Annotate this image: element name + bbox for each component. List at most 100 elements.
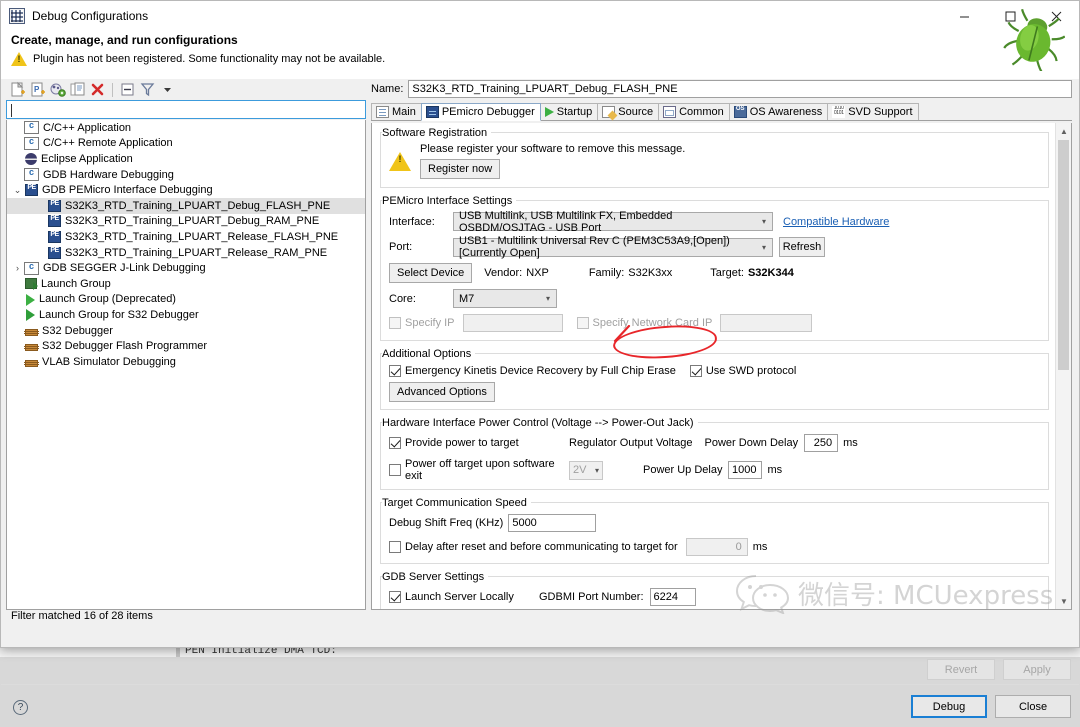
configuration-editor: Name: Main PEmicro Debugger Startup Source C…: [371, 79, 1072, 610]
tab-pemicro-debugger[interactable]: PEmicro Debugger: [420, 103, 541, 121]
tree-item-label: S32K3_RTD_Training_LPUART_Debug_FLASH_PN…: [65, 199, 331, 212]
chevron-down-icon: ▾: [761, 242, 766, 252]
filter-input[interactable]: [6, 100, 366, 119]
specify-ip-input[interactable]: [462, 314, 563, 332]
tab-source[interactable]: Source: [597, 103, 660, 120]
help-icon[interactable]: ?: [13, 700, 28, 715]
tree-item-label: Launch Group (Deprecated): [39, 293, 176, 306]
duplicate-icon[interactable]: [69, 81, 86, 98]
specify-network-card-input[interactable]: [720, 314, 813, 332]
launch-server-locally-checkbox-row[interactable]: Launch Server Locally: [389, 591, 539, 603]
header-message: Plugin has not been registered. Some fun…: [33, 53, 386, 65]
emergency-recovery-checkbox-row[interactable]: Emergency Kinetis Device Recovery by Ful…: [389, 365, 676, 377]
power-off-exit-checkbox-row[interactable]: Power off target upon software exit: [389, 458, 569, 482]
interface-combo[interactable]: USB Multilink, USB Multilink FX, Embedde…: [453, 210, 773, 234]
port-label: Port:: [389, 241, 413, 253]
specify-ip-checkbox[interactable]: [389, 317, 401, 329]
tree-item[interactable]: VLAB Simulator Debugging: [7, 354, 365, 370]
tree-item[interactable]: GDB Hardware Debugging: [7, 167, 365, 183]
power-down-delay-label: Power Down Delay: [704, 437, 799, 449]
scrollbar-thumb[interactable]: [1058, 140, 1069, 370]
tree-item[interactable]: S32K3_RTD_Training_LPUART_Release_FLASH_…: [7, 229, 365, 245]
specify-network-card-checkbox[interactable]: [576, 317, 589, 329]
chevron-down-icon: ▾: [545, 294, 550, 303]
os-awareness-icon: [733, 106, 747, 118]
compatible-hardware-link[interactable]: Compatible Hardware: [783, 216, 889, 228]
refresh-button[interactable]: Refresh: [779, 237, 825, 257]
tree-item[interactable]: C/C++ Application: [7, 120, 365, 136]
settings-scrollbar[interactable]: ▲ ▼: [1055, 123, 1071, 609]
emergency-recovery-checkbox[interactable]: [389, 365, 401, 377]
specify-ip-checkbox-row[interactable]: Specify IP: [389, 317, 455, 329]
collapse-all-icon[interactable]: [119, 81, 136, 98]
tree-item[interactable]: Launch Group: [7, 276, 365, 292]
tab-os-awareness[interactable]: OS Awareness: [728, 103, 829, 120]
regulator-voltage-combo[interactable]: 2V ▾: [569, 460, 603, 480]
tree-item-label: Eclipse Application: [41, 152, 133, 165]
dialog-header: Create, manage, and run configurations P…: [1, 8, 1079, 79]
tree-item[interactable]: S32K3_RTD_Training_LPUART_Release_RAM_PN…: [7, 245, 365, 261]
specify-network-card-checkbox-row[interactable]: Specify Network Card IP: [576, 317, 713, 329]
launch-server-locally-label: Launch Server Locally: [405, 591, 514, 603]
delay-after-reset-label: Delay after reset and before communicati…: [405, 541, 678, 553]
tree-twisty-icon[interactable]: ›: [11, 263, 24, 273]
tree-item[interactable]: C/C++ Remote Application: [7, 136, 365, 152]
tree-item[interactable]: S32K3_RTD_Training_LPUART_Debug_RAM_PNE: [7, 214, 365, 230]
configurations-tree[interactable]: C/C++ Application C/C++ Remote Applicatio…: [6, 120, 366, 610]
tree-item[interactable]: S32 Debugger Flash Programmer: [7, 338, 365, 354]
gdbmi-port-input[interactable]: 6224: [649, 588, 696, 606]
scroll-up-arrow[interactable]: ▲: [1056, 123, 1071, 139]
use-swd-protocol-checkbox-row[interactable]: Use SWD protocol: [689, 365, 796, 377]
tree-item-label: C/C++ Application: [43, 121, 132, 134]
power-off-exit-checkbox[interactable]: [389, 464, 401, 476]
tree-toolbar: P: [6, 79, 366, 100]
tree-twisty-icon[interactable]: ⌄: [11, 185, 24, 196]
tree-item[interactable]: S32K3_RTD_Training_LPUART_Debug_FLASH_PN…: [7, 197, 365, 214]
vendor-label: Vendor:: [484, 267, 523, 279]
launch-server-locally-checkbox[interactable]: [389, 591, 401, 603]
tree-item[interactable]: Launch Group for S32 Debugger: [7, 307, 365, 323]
close-button[interactable]: Close: [995, 695, 1071, 718]
specify-network-card-label: Specify Network Card IP: [592, 317, 713, 329]
configuration-name-input[interactable]: [408, 80, 1072, 98]
debug-shift-freq-input[interactable]: 5000: [508, 514, 597, 532]
delay-after-reset-checkbox-row[interactable]: Delay after reset and before communicati…: [389, 541, 678, 553]
provide-power-checkbox-row[interactable]: Provide power to target: [389, 437, 569, 449]
tree-item[interactable]: › GDB SEGGER J-Link Debugging: [7, 260, 365, 276]
power-up-delay-input[interactable]: 1000: [728, 461, 763, 479]
minimize-button[interactable]: [941, 1, 987, 31]
tree-item[interactable]: ⌄ GDB PEMicro Interface Debugging: [7, 182, 365, 198]
delay-after-reset-checkbox[interactable]: [389, 541, 401, 553]
power-down-delay-input[interactable]: 250: [804, 434, 839, 452]
advanced-options-button[interactable]: Advanced Options: [389, 382, 495, 402]
tab-label: PEmicro Debugger: [441, 106, 535, 118]
tree-item[interactable]: S32 Debugger: [7, 323, 365, 339]
new-prototype-icon[interactable]: P: [29, 81, 46, 98]
tree-item-label: C/C++ Remote Application: [43, 137, 173, 150]
delete-icon[interactable]: [89, 81, 106, 98]
revert-button[interactable]: Revert: [927, 659, 995, 680]
chevron-down-icon[interactable]: [159, 81, 176, 98]
port-combo[interactable]: USB1 - Multilink Universal Rev C (PEM3C5…: [453, 235, 773, 259]
tab-main[interactable]: Main: [371, 103, 422, 120]
register-now-button[interactable]: Register now: [420, 159, 501, 179]
source-icon: [602, 106, 616, 118]
delay-after-reset-input[interactable]: 0: [685, 538, 748, 556]
scroll-down-arrow[interactable]: ▼: [1056, 593, 1071, 609]
tab-svd-support[interactable]: 1010 0101 SVD Support: [827, 103, 919, 120]
core-combo[interactable]: M7 ▾: [453, 289, 557, 308]
new-config-icon[interactable]: [9, 81, 26, 98]
target-communication-speed-group: Target Communication Speed Debug Shift F…: [380, 497, 1049, 564]
pemicro-interface-title: PEMicro Interface Settings: [382, 195, 517, 207]
apply-button[interactable]: Apply: [1003, 659, 1071, 680]
tree-item[interactable]: Launch Group (Deprecated): [7, 292, 365, 308]
tab-startup[interactable]: Startup: [539, 103, 599, 120]
tab-common[interactable]: Common: [658, 103, 730, 120]
provide-power-checkbox[interactable]: [389, 437, 401, 449]
tree-item[interactable]: Eclipse Application: [7, 151, 365, 167]
filter-icon[interactable]: [139, 81, 156, 98]
export-icon[interactable]: [49, 81, 66, 98]
select-device-button[interactable]: Select Device: [389, 263, 473, 283]
use-swd-protocol-checkbox[interactable]: [689, 365, 702, 377]
debug-button[interactable]: Debug: [911, 695, 987, 718]
